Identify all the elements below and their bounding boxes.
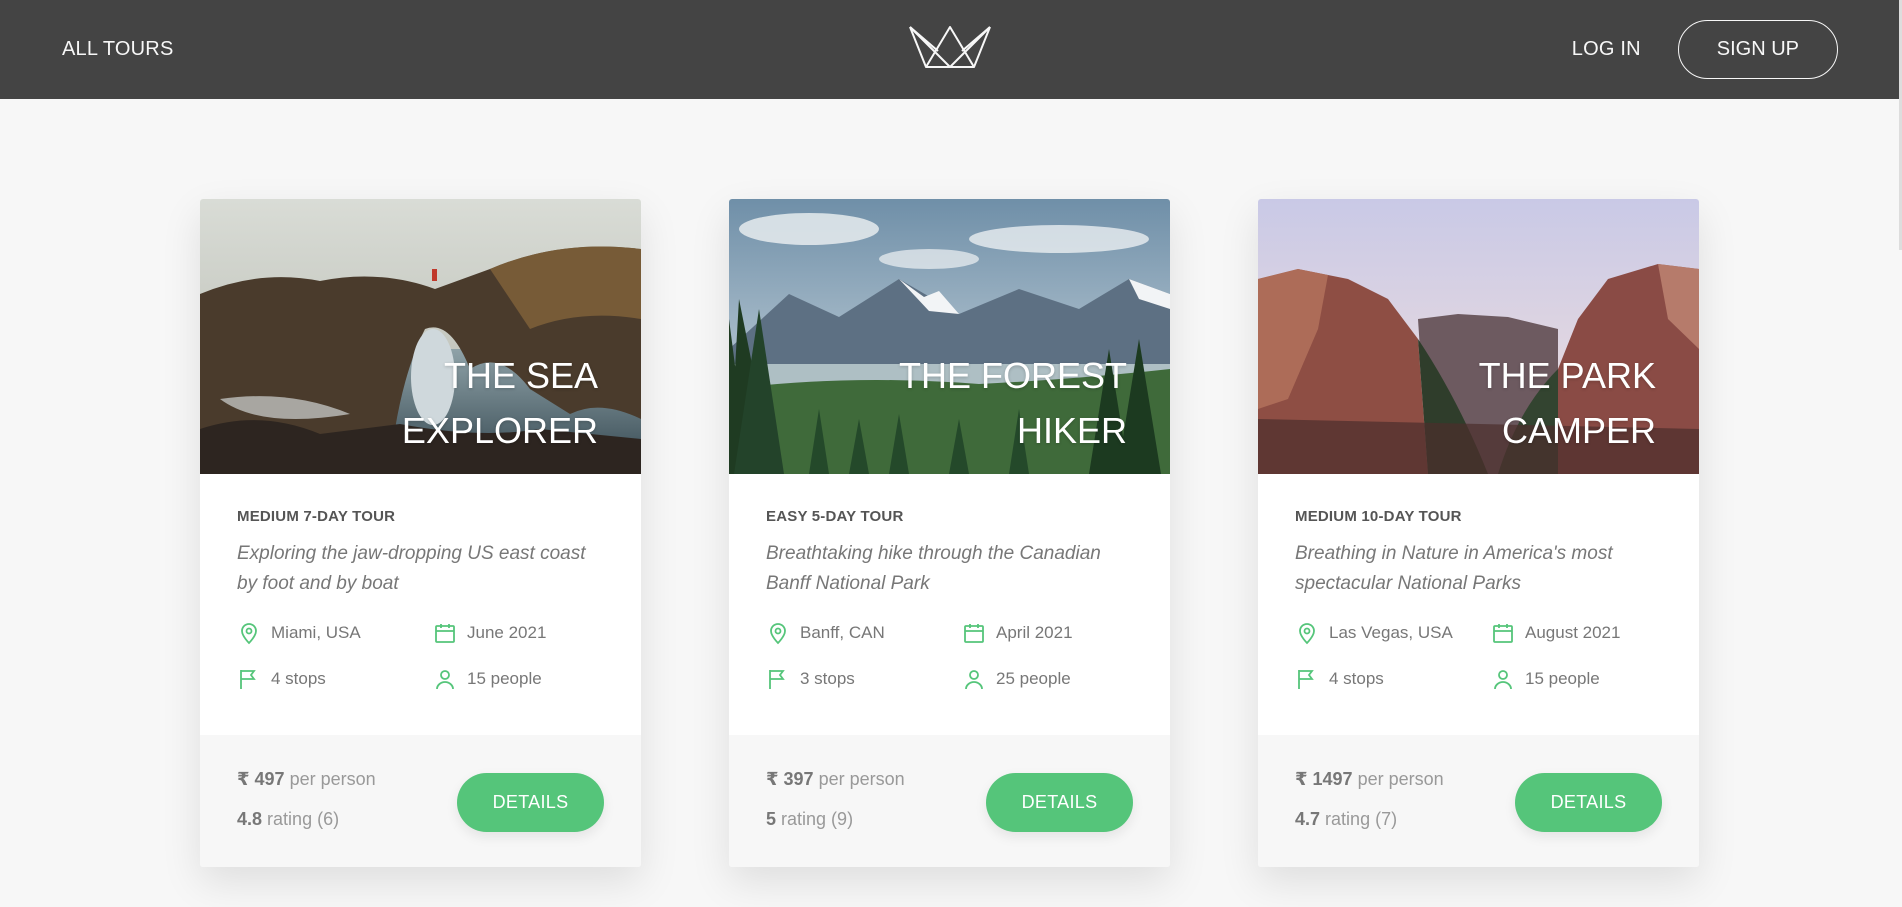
tour-people: 15 people bbox=[433, 667, 593, 691]
site-header: ALL TOURS LOG IN SIGN UP bbox=[0, 0, 1902, 99]
calendar-icon bbox=[964, 624, 984, 643]
user-icon bbox=[1494, 670, 1512, 690]
tour-rating: 4.8 rating (6) bbox=[237, 809, 376, 830]
tour-rating-value: 4.7 bbox=[1295, 809, 1321, 829]
login-link[interactable]: LOG IN bbox=[1572, 38, 1641, 61]
tour-price-value: ₹ 497 bbox=[237, 769, 285, 789]
tour-footer: ₹ 397 per person 5 rating (9) DETAILS bbox=[729, 735, 1170, 867]
tour-rating-value: 5 bbox=[766, 809, 777, 829]
tour-details: MEDIUM 7-DAY TOUR Exploring the jaw-drop… bbox=[200, 474, 641, 735]
tour-summary: Exploring the jaw-dropping US east coast… bbox=[237, 543, 586, 594]
tour-title: THE SEA EXPLORER bbox=[401, 355, 598, 451]
tour-stops: 4 stops bbox=[1295, 667, 1491, 691]
tour-location-text: Banff, CAN bbox=[800, 623, 885, 642]
tour-date-text: April 2021 bbox=[996, 623, 1073, 642]
tour-rating: 4.7 rating (7) bbox=[1295, 809, 1444, 830]
tour-details: EASY 5-DAY TOUR Breathtaking hike throug… bbox=[729, 474, 1170, 735]
tour-title: THE PARK CAMPER bbox=[1478, 355, 1656, 451]
user-icon bbox=[436, 670, 454, 690]
tour-people: 25 people bbox=[962, 667, 1122, 691]
tour-footer: ₹ 497 per person 4.8 rating (6) DETAILS bbox=[200, 735, 641, 867]
tour-stops-text: 4 stops bbox=[1329, 669, 1384, 688]
flag-icon bbox=[1298, 670, 1314, 689]
details-button[interactable]: DETAILS bbox=[1515, 773, 1662, 832]
tour-price: ₹ 397 per person bbox=[766, 769, 905, 790]
tour-date-text: June 2021 bbox=[467, 623, 547, 642]
header-actions: LOG IN SIGN UP bbox=[1572, 20, 1838, 79]
tour-meta: Miami, USA June 2021 4 stops 15 people bbox=[237, 621, 604, 691]
tour-title: THE FOREST HIKER bbox=[898, 355, 1127, 451]
tour-pricing: ₹ 397 per person 5 rating (9) bbox=[766, 769, 905, 867]
tour-price-value: ₹ 397 bbox=[766, 769, 814, 789]
tour-stops: 3 stops bbox=[766, 667, 962, 691]
tour-image: THE FOREST HIKER bbox=[729, 199, 1170, 474]
tour-pricing: ₹ 497 per person 4.8 rating (6) bbox=[237, 769, 376, 867]
flag-icon bbox=[240, 670, 256, 689]
tour-rating-suffix: rating (6) bbox=[267, 809, 340, 829]
tour-people: 15 people bbox=[1491, 667, 1651, 691]
map-pin-icon bbox=[770, 623, 786, 645]
tour-location: Las Vegas, USA bbox=[1295, 621, 1491, 645]
tour-price-value: ₹ 1497 bbox=[1295, 769, 1353, 789]
tour-people-text: 15 people bbox=[467, 669, 542, 688]
details-button[interactable]: DETAILS bbox=[457, 773, 604, 832]
tour-price-suffix: per person bbox=[1357, 769, 1444, 789]
tour-location-text: Miami, USA bbox=[271, 623, 361, 642]
tour-stops-text: 3 stops bbox=[800, 669, 855, 688]
tour-image: THE SEA EXPLORER bbox=[200, 199, 641, 474]
tour-meta: Las Vegas, USA August 2021 4 stops 15 pe… bbox=[1295, 621, 1662, 691]
tour-difficulty: MEDIUM 10-DAY TOUR bbox=[1295, 508, 1462, 525]
tour-footer: ₹ 1497 per person 4.7 rating (7) DETAILS bbox=[1258, 735, 1699, 867]
flag-icon bbox=[769, 670, 785, 689]
tour-grid: THE SEA EXPLORER MEDIUM 7-DAY TOUR Explo… bbox=[200, 199, 1699, 867]
tour-difficulty: EASY 5-DAY TOUR bbox=[766, 508, 904, 525]
tour-rating: 5 rating (9) bbox=[766, 809, 905, 830]
tour-location-text: Las Vegas, USA bbox=[1329, 623, 1453, 642]
tour-rating-suffix: rating (9) bbox=[781, 809, 854, 829]
tour-price-suffix: per person bbox=[818, 769, 905, 789]
tour-card: THE SEA EXPLORER MEDIUM 7-DAY TOUR Explo… bbox=[200, 199, 641, 867]
tour-difficulty: MEDIUM 7-DAY TOUR bbox=[237, 508, 396, 525]
tour-rating-value: 4.8 bbox=[237, 809, 263, 829]
tour-price-suffix: per person bbox=[289, 769, 376, 789]
details-button[interactable]: DETAILS bbox=[986, 773, 1133, 832]
all-tours-link[interactable]: ALL TOURS bbox=[62, 38, 173, 61]
tour-location: Banff, CAN bbox=[766, 621, 962, 645]
tour-date: August 2021 bbox=[1491, 621, 1651, 645]
map-pin-icon bbox=[241, 623, 257, 645]
tour-card: THE PARK CAMPER MEDIUM 10-DAY TOUR Breat… bbox=[1258, 199, 1699, 867]
signup-button[interactable]: SIGN UP bbox=[1677, 20, 1838, 79]
tour-date: June 2021 bbox=[433, 621, 593, 645]
map-pin-icon bbox=[1299, 623, 1315, 645]
tour-summary: Breathtaking hike through the Canadian B… bbox=[766, 543, 1101, 594]
tour-date-text: August 2021 bbox=[1525, 623, 1621, 642]
tour-people-text: 15 people bbox=[1525, 669, 1600, 688]
tour-date: April 2021 bbox=[962, 621, 1122, 645]
tour-stops: 4 stops bbox=[237, 667, 433, 691]
crown-logo-icon[interactable] bbox=[908, 23, 992, 69]
tour-location: Miami, USA bbox=[237, 621, 433, 645]
tour-stops-text: 4 stops bbox=[271, 669, 326, 688]
tour-people-text: 25 people bbox=[996, 669, 1071, 688]
tour-summary: Breathing in Nature in America's most sp… bbox=[1295, 543, 1613, 594]
tour-price: ₹ 1497 per person bbox=[1295, 769, 1444, 790]
tour-card: THE FOREST HIKER EASY 5-DAY TOUR Breatht… bbox=[729, 199, 1170, 867]
tour-pricing: ₹ 1497 per person 4.7 rating (7) bbox=[1295, 769, 1444, 867]
calendar-icon bbox=[1493, 624, 1513, 643]
calendar-icon bbox=[435, 624, 455, 643]
tour-details: MEDIUM 10-DAY TOUR Breathing in Nature i… bbox=[1258, 474, 1699, 735]
tour-meta: Banff, CAN April 2021 3 stops 25 people bbox=[766, 621, 1133, 691]
tour-image: THE PARK CAMPER bbox=[1258, 199, 1699, 474]
tour-rating-suffix: rating (7) bbox=[1325, 809, 1398, 829]
tour-price: ₹ 497 per person bbox=[237, 769, 376, 790]
user-icon bbox=[965, 670, 983, 690]
